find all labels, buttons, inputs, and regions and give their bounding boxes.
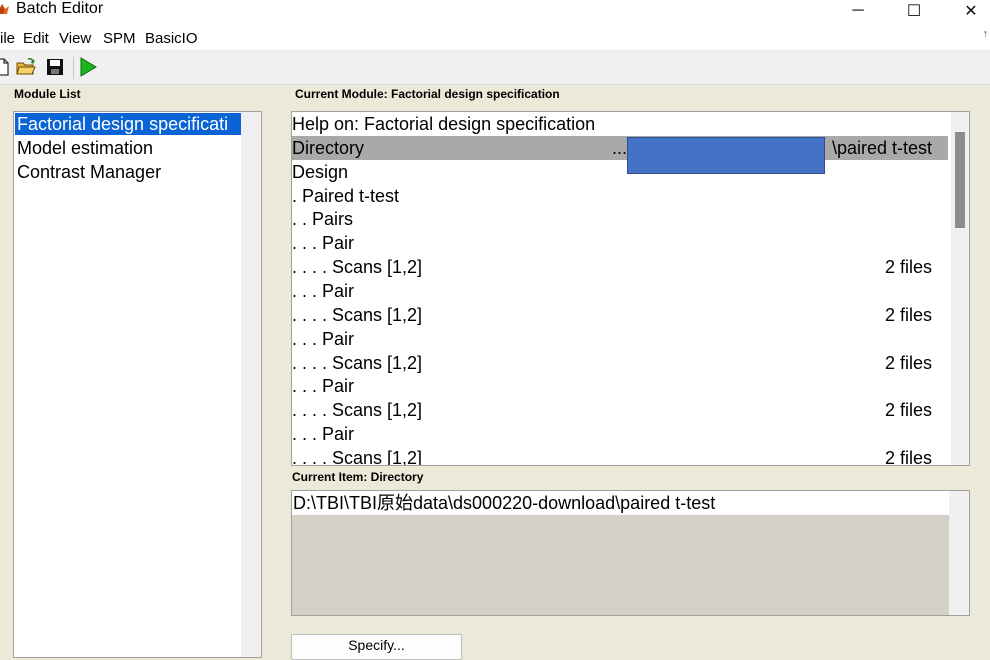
menu-view[interactable]: View — [59, 30, 91, 47]
menu-file[interactable]: ile — [0, 30, 15, 47]
current-module-tree[interactable]: Help on: Factorial design specification D… — [291, 111, 970, 466]
tree-row[interactable]: . . . Pair — [292, 231, 948, 255]
tree-row[interactable]: . . . Pair — [292, 279, 948, 303]
tree-row[interactable]: . . . Pair — [292, 422, 948, 446]
current-item-empty-area — [292, 515, 949, 615]
tree-row-value: 2 files — [884, 400, 932, 421]
tree-row-value: 2 files — [884, 304, 932, 325]
tree-row-label: . . . Pair — [292, 328, 355, 349]
tree-row-label: . . . . Scans [1,2] — [292, 352, 423, 373]
menu-edit[interactable]: Edit — [23, 30, 49, 47]
tree-row[interactable]: . . . . Scans [1,2] 2 files — [292, 303, 948, 327]
minimize-button[interactable]: ─ — [835, 0, 881, 22]
maximize-button[interactable]: ☐ — [891, 0, 937, 22]
module-item-factorial[interactable]: Factorial design specificati — [15, 113, 241, 135]
tree-row-value: 2 files — [884, 352, 932, 373]
tree-row-value: 2 files — [884, 447, 932, 466]
tree-row-label: Help on: Factorial design specification — [292, 114, 596, 134]
save-icon[interactable] — [45, 57, 65, 77]
tree-row-value: 2 files — [884, 257, 932, 278]
tree-row-label: . . . Pair — [292, 376, 355, 397]
tree-row[interactable]: . Paired t-test — [292, 184, 948, 208]
menu-basicio[interactable]: BasicIO — [145, 30, 198, 47]
module-list[interactable]: Factorial design specificati Model estim… — [13, 111, 262, 658]
toolbar — [0, 51, 990, 85]
tree-row[interactable]: . . . . Scans [1,2] 2 files — [292, 398, 948, 422]
tree-row-value: \paired t-test — [831, 137, 932, 158]
current-item-scrollbar[interactable] — [949, 491, 969, 615]
tree-row-label: . Paired t-test — [292, 185, 400, 206]
specify-button[interactable]: Specify... — [291, 634, 462, 660]
toolbar-separator — [73, 57, 74, 79]
tree-row-label: Directory — [292, 137, 365, 158]
run-icon[interactable] — [78, 57, 98, 77]
tree-row-label: . . . Pair — [292, 280, 355, 301]
module-list-heading: Module List — [14, 87, 81, 101]
current-item-value: D:\TBI\TBI原始data\ds000220-download\paire… — [293, 493, 716, 513]
current-module-heading: Current Module: Factorial design specifi… — [295, 87, 560, 101]
tree-row[interactable]: Help on: Factorial design specification — [292, 112, 948, 136]
title-bar: Batch Editor ─ ☐ ✕ — [0, 0, 990, 26]
tree-row[interactable]: . . . . Scans [1,2] 2 files — [292, 255, 948, 279]
tree-scrollbar-thumb[interactable] — [955, 132, 965, 228]
tree-row[interactable]: Design — [292, 160, 948, 184]
tree-row-label: . . . . Scans [1,2] — [292, 400, 423, 421]
module-item-contrast-manager[interactable]: Contrast Manager — [15, 161, 161, 183]
module-item-model-estimation[interactable]: Model estimation — [15, 137, 153, 159]
menu-overflow-icon[interactable]: ↑ — [983, 28, 989, 40]
tree-row-label: . . . . Scans [1,2] — [292, 257, 423, 278]
tree-row[interactable]: . . . Pair — [292, 327, 948, 351]
tree-row-label: . . Pairs — [292, 209, 354, 230]
tree-row[interactable]: . . Pairs — [292, 207, 948, 231]
new-file-icon[interactable] — [0, 57, 12, 77]
module-list-scrollbar[interactable] — [241, 112, 261, 657]
tree-row-label: . . . . Scans [1,2] — [292, 447, 423, 466]
close-button[interactable]: ✕ — [948, 0, 990, 22]
menu-bar: ile Edit View SPM BasicIO ↑ — [0, 26, 990, 50]
open-folder-icon[interactable] — [16, 57, 36, 77]
tree-scrollbar[interactable] — [951, 112, 969, 465]
tree-row-label: Design — [292, 161, 349, 182]
tree-row-label: . . . . Scans [1,2] — [292, 304, 423, 325]
tree-row-label: . . . Pair — [292, 424, 355, 445]
tree-row[interactable]: . . . . Scans [1,2] 2 files — [292, 351, 948, 375]
tree-row[interactable]: . . . . Scans [1,2] 2 files — [292, 446, 948, 466]
tree-row[interactable]: Directory... \paired t-test — [292, 135, 948, 174]
current-item-box[interactable]: D:\TBI\TBI原始data\ds000220-download\paire… — [291, 490, 970, 616]
current-item-heading: Current Item: Directory — [292, 470, 424, 484]
tree-row-label: . . . Pair — [292, 233, 355, 254]
window-title: Batch Editor — [16, 0, 104, 17]
menu-spm[interactable]: SPM — [103, 30, 136, 47]
tree-row[interactable]: . . . Pair — [292, 374, 948, 398]
matlab-icon — [0, 4, 9, 14]
tree-row-ellipsis: ... — [612, 137, 628, 158]
